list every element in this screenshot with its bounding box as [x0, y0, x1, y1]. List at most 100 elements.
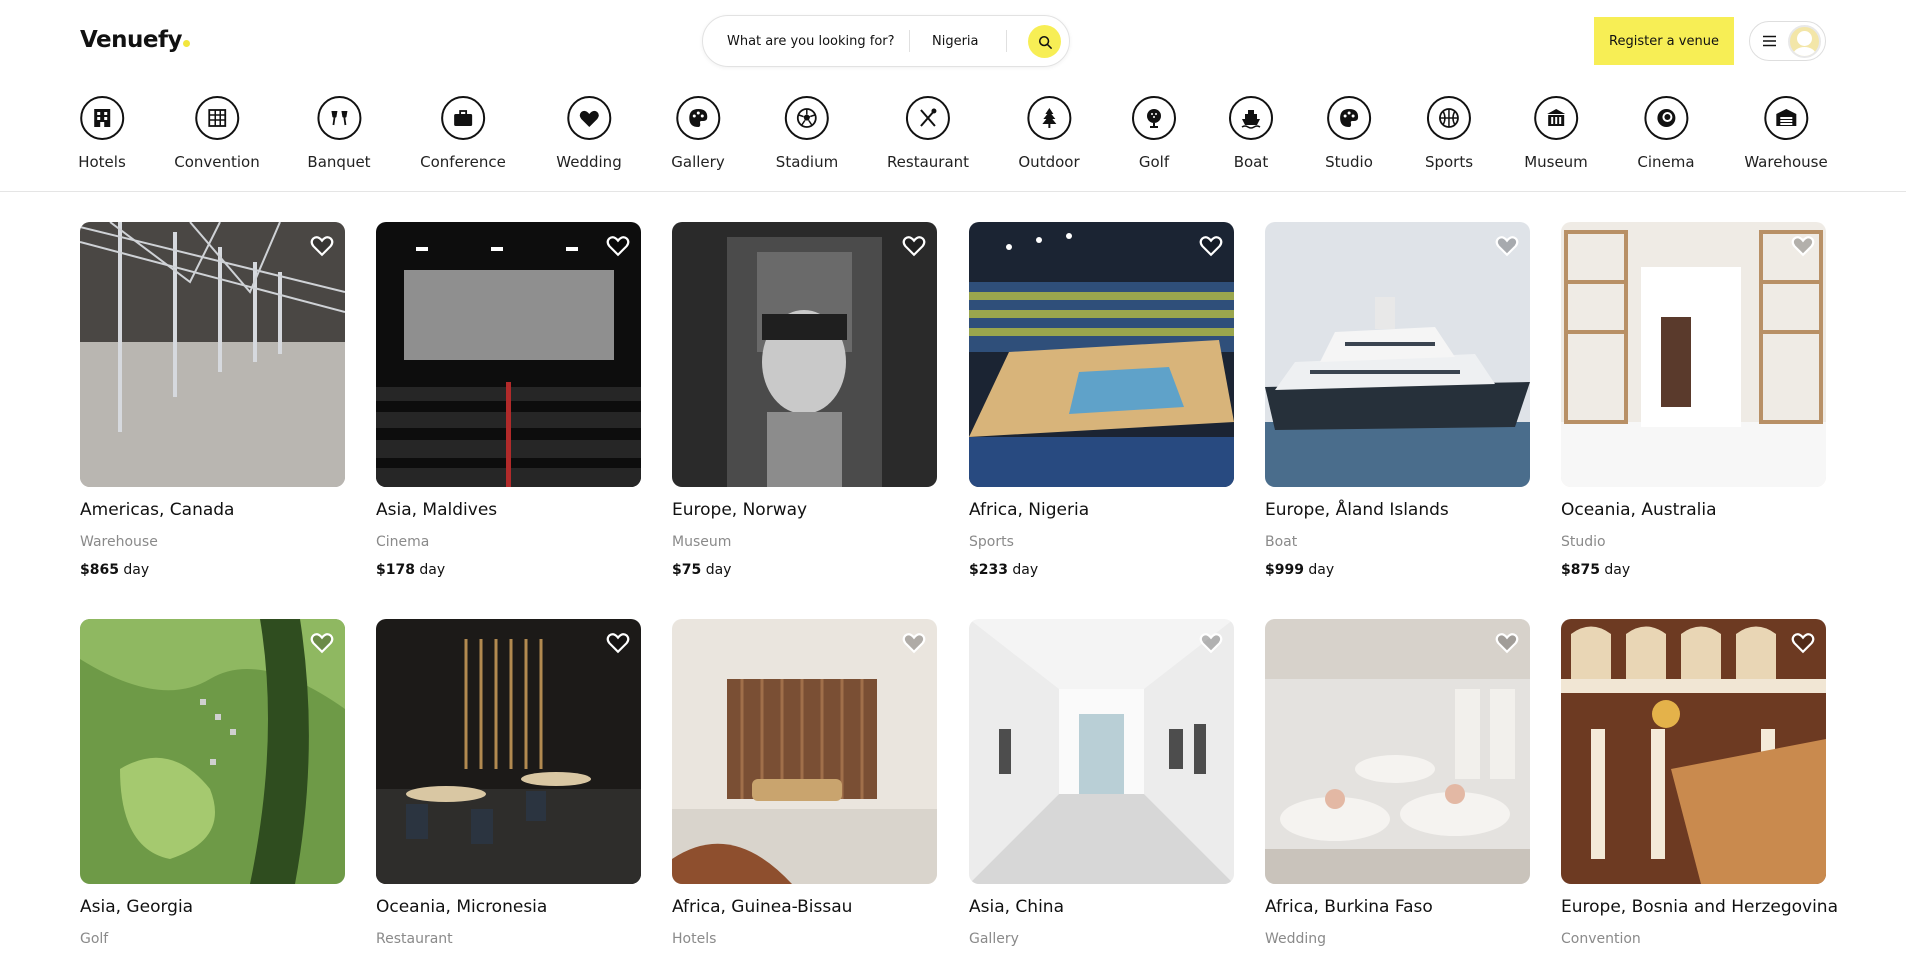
warehouse-photo	[80, 222, 345, 487]
category-label: Gallery	[671, 153, 725, 171]
listing-image[interactable]	[1561, 619, 1826, 884]
category-convention[interactable]: Convention	[174, 96, 260, 171]
studio-photo	[1561, 222, 1826, 487]
category-label: Banquet	[307, 153, 371, 171]
listing-image[interactable]	[80, 222, 345, 487]
listing-card[interactable]: Asia, Maldives Cinema $178 day	[376, 222, 641, 578]
listing-image[interactable]	[1561, 222, 1826, 487]
category-wedding[interactable]: Wedding	[556, 96, 622, 171]
listing-type: Convention	[1561, 931, 1641, 947]
listing-title: Oceania, Australia	[1561, 500, 1717, 520]
category-label: Studio	[1325, 153, 1373, 171]
basketball-icon	[1427, 96, 1471, 140]
price-amount: $233	[969, 562, 1008, 578]
category-label: Outdoor	[1018, 153, 1080, 171]
favorite-heart-icon[interactable]	[1790, 630, 1816, 654]
listing-title: Africa, Burkina Faso	[1265, 897, 1433, 917]
category-restaurant[interactable]: Restaurant	[887, 96, 969, 171]
listing-card[interactable]: Americas, Canada Warehouse $865 day	[80, 222, 345, 578]
price-unit: day	[1308, 562, 1335, 578]
listing-card[interactable]: Africa, Burkina Faso Wedding	[1265, 619, 1530, 947]
listing-card[interactable]: Africa, Guinea-Bissau Hotels	[672, 619, 937, 947]
listing-image[interactable]	[672, 619, 937, 884]
listing-type: Museum	[672, 534, 732, 550]
listing-image[interactable]	[969, 222, 1234, 487]
favorite-heart-icon[interactable]	[605, 233, 631, 257]
category-label: Golf	[1138, 153, 1170, 171]
listing-card[interactable]: Europe, Norway Museum $75 day	[672, 222, 937, 578]
favorite-heart-icon[interactable]	[1494, 630, 1520, 654]
listing-type: Wedding	[1265, 931, 1327, 947]
yacht-photo	[1265, 222, 1530, 487]
favorite-heart-icon[interactable]	[1198, 630, 1224, 654]
category-museum[interactable]: Museum	[1524, 96, 1588, 171]
listing-image[interactable]	[1265, 619, 1530, 884]
listing-image[interactable]	[376, 619, 641, 884]
price-amount: $865	[80, 562, 119, 578]
category-label: Museum	[1524, 153, 1588, 171]
listing-card[interactable]: Europe, Bosnia and Herzegovina Conventio…	[1561, 619, 1838, 947]
search-what-input[interactable]: What are you looking for?	[703, 34, 909, 49]
favorite-heart-icon[interactable]	[1198, 233, 1224, 257]
category-hotels[interactable]: Hotels	[78, 96, 126, 171]
favorite-heart-icon[interactable]	[1494, 233, 1520, 257]
favorite-heart-icon[interactable]	[901, 630, 927, 654]
favorite-heart-icon[interactable]	[309, 233, 335, 257]
favorite-heart-icon[interactable]	[1790, 233, 1816, 257]
category-label: Conference	[420, 153, 506, 171]
category-label: Warehouse	[1744, 153, 1828, 171]
category-banquet[interactable]: Banquet	[307, 96, 371, 171]
category-boat[interactable]: Boat	[1229, 96, 1273, 171]
category-label: Boat	[1233, 153, 1269, 171]
hotel-lobby-photo	[672, 619, 937, 884]
category-label: Restaurant	[886, 153, 970, 171]
listing-image[interactable]	[1265, 222, 1530, 487]
category-conference[interactable]: Conference	[420, 96, 506, 171]
favorite-heart-icon[interactable]	[605, 630, 631, 654]
listing-card[interactable]: Asia, Georgia Golf	[80, 619, 345, 947]
listing-card[interactable]: Oceania, Micronesia Restaurant	[376, 619, 641, 947]
listing-image[interactable]	[376, 222, 641, 487]
category-warehouse[interactable]: Warehouse	[1744, 96, 1828, 171]
listing-title: Europe, Norway	[672, 500, 808, 520]
listing-type: Restaurant	[376, 931, 453, 947]
listing-price: $865 day	[80, 562, 345, 578]
favorite-heart-icon[interactable]	[309, 630, 335, 654]
listing-card[interactable]: Oceania, Australia Studio $875 day	[1561, 222, 1826, 578]
warehouse-icon	[1764, 96, 1808, 140]
listing-type: Boat	[1265, 534, 1298, 550]
category-stadium[interactable]: Stadium	[776, 96, 838, 171]
museum-photo	[672, 222, 937, 487]
category-studio[interactable]: Studio	[1325, 96, 1373, 171]
listing-card[interactable]: Europe, Åland Islands Boat $999 day	[1265, 222, 1530, 578]
search-location-input[interactable]: Nigeria	[910, 34, 1006, 49]
logo[interactable]: Venuefy	[80, 27, 190, 53]
header: Venuefy What are you looking for? Nigeri…	[0, 0, 1906, 82]
search-button[interactable]	[1028, 25, 1061, 58]
listing-card[interactable]: Africa, Nigeria Sports $233 day	[969, 222, 1234, 578]
listing-image[interactable]	[672, 222, 937, 487]
listing-title: Europe, Åland Islands	[1265, 500, 1449, 520]
logo-text[interactable]: Venuefy	[80, 27, 183, 53]
listing-type: Sports	[969, 534, 1014, 550]
search-divider	[1006, 30, 1007, 52]
golf-course-photo	[80, 619, 345, 884]
listing-image[interactable]	[969, 619, 1234, 884]
category-gallery[interactable]: Gallery	[671, 96, 725, 171]
listing-card[interactable]: Asia, China Gallery	[969, 619, 1234, 947]
category-golf[interactable]: Golf	[1132, 96, 1176, 171]
category-sports[interactable]: Sports	[1425, 96, 1473, 171]
register-venue-button[interactable]: Register a venue	[1594, 17, 1734, 65]
user-menu-button[interactable]	[1749, 21, 1826, 61]
price-amount: $999	[1265, 562, 1304, 578]
category-outdoor[interactable]: Outdoor	[1018, 96, 1080, 171]
cinema-icon	[1644, 96, 1688, 140]
soccer-ball-icon	[785, 96, 829, 140]
category-cinema[interactable]: Cinema	[1637, 96, 1695, 171]
favorite-heart-icon[interactable]	[901, 233, 927, 257]
category-label: Hotels	[78, 153, 126, 171]
listing-title: Europe, Bosnia and Herzegovina	[1561, 897, 1838, 917]
listing-image[interactable]	[80, 619, 345, 884]
category-bar: Hotels Convention Banquet Conference Wed…	[0, 96, 1906, 192]
search-bar[interactable]: What are you looking for? Nigeria	[702, 15, 1070, 67]
